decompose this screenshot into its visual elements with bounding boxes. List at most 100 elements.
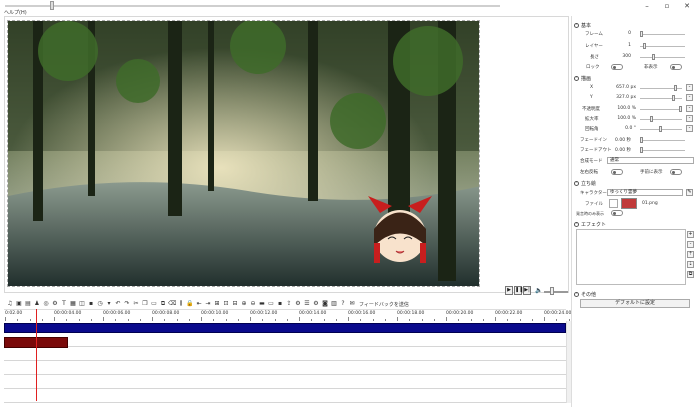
y-slider-thumb[interactable] (672, 95, 675, 101)
close-button[interactable]: ✕ (680, 2, 694, 11)
frame-slider[interactable] (640, 34, 685, 35)
settings-icon[interactable]: ⚙ (294, 300, 302, 308)
track-row[interactable] (4, 377, 566, 389)
feedback-icon[interactable]: ✉ (348, 300, 356, 308)
y-keyframe-button[interactable]: - (686, 94, 693, 101)
undo-icon[interactable]: ↶ (114, 300, 122, 308)
length-slider[interactable] (640, 57, 685, 58)
video-preview[interactable] (7, 20, 480, 287)
layer-slider[interactable] (640, 46, 685, 47)
chart-icon[interactable]: ▥ (330, 300, 338, 308)
opacity-keyframe-button[interactable]: - (686, 105, 693, 112)
track-row[interactable] (4, 349, 566, 361)
file-folder-button[interactable] (609, 199, 618, 208)
text-icon[interactable]: T (60, 300, 68, 308)
image-icon[interactable]: ▣ (15, 300, 23, 308)
flip-toggle[interactable] (611, 169, 623, 175)
redo-icon[interactable]: ↷ (123, 300, 131, 308)
zoom-slider-thumb[interactable] (650, 116, 653, 122)
zoom-out-icon[interactable]: ⊖ (249, 300, 257, 308)
always-front-toggle[interactable] (670, 169, 682, 175)
maximize-button[interactable]: ▫ (660, 2, 674, 11)
list-icon[interactable]: ☰ (303, 300, 311, 308)
remove-effect-button[interactable]: - (687, 241, 694, 248)
lock-icon[interactable]: 🔒 (186, 300, 194, 308)
dropdown-icon[interactable]: ▾ (105, 300, 113, 308)
section-effect[interactable]: ˄ エフェクト (574, 221, 606, 228)
music-icon[interactable]: ♫ (6, 300, 14, 308)
volume-track[interactable] (544, 291, 568, 293)
hide-toggle[interactable] (670, 64, 682, 70)
group-icon[interactable]: ⊞ (213, 300, 221, 308)
person-icon[interactable]: ♟ (33, 300, 41, 308)
time-ruler[interactable]: 0:02.00 00:00:04.00 00:00:06.00 00:00:08.00… (4, 309, 582, 321)
effect-list[interactable] (576, 229, 686, 285)
seek-track[interactable] (5, 5, 500, 7)
pause-button[interactable]: ❚❚ (514, 286, 523, 295)
duplicate-icon[interactable]: ⧉ (159, 300, 167, 308)
export-icon[interactable]: ⇪ (285, 300, 293, 308)
grid-icon[interactable]: ▦ (69, 300, 77, 308)
x-keyframe-button[interactable]: - (686, 84, 693, 91)
collapse-icon[interactable]: ˄ (574, 76, 579, 81)
opacity-slider[interactable] (640, 109, 682, 110)
track-row[interactable] (4, 391, 566, 403)
x-slider-thumb[interactable] (674, 85, 677, 91)
settings-icon-2[interactable]: ⚙ (312, 300, 320, 308)
align-right-icon[interactable]: ⇥ (204, 300, 212, 308)
video-clip[interactable] (4, 323, 566, 333)
collapse-icon[interactable]: ˄ (574, 23, 579, 28)
play-button[interactable]: ▶ (505, 286, 513, 295)
collapse-icon[interactable]: ˄ (574, 292, 579, 297)
fadein-slider-thumb[interactable] (640, 137, 643, 143)
section-character[interactable]: ˄ 立ち絵 (574, 180, 596, 187)
zoom-keyframe-button[interactable]: - (686, 115, 693, 122)
camera-icon[interactable]: ◙ (321, 300, 329, 308)
section-draw[interactable]: ˄ 描画 (574, 75, 591, 82)
reset-default-button[interactable]: デフォルトに設定 (580, 299, 690, 308)
snap-icon[interactable]: ⊡ (222, 300, 230, 308)
playhead[interactable] (36, 309, 37, 401)
seek-thumb[interactable] (50, 1, 54, 10)
character-settings-button[interactable]: ✎ (686, 189, 693, 196)
minimize-button[interactable]: – (640, 2, 654, 11)
next-frame-button[interactable]: ▶| (523, 286, 531, 295)
save-icon[interactable]: ▪ (87, 300, 95, 308)
help-icon[interactable]: ? (339, 300, 347, 308)
paste-icon[interactable]: ▭ (150, 300, 158, 308)
copy-effect-button[interactable]: ⧉ (687, 271, 694, 278)
menu-help[interactable]: ヘルプ(H) (4, 9, 27, 16)
timeline-tracks[interactable] (4, 321, 566, 403)
save-file-icon[interactable]: ▪ (276, 300, 284, 308)
collapse-icon[interactable]: ˄ (574, 222, 579, 227)
split-icon[interactable]: ⫼ (177, 300, 185, 308)
length-slider-thumb[interactable] (652, 54, 655, 60)
volume-thumb[interactable] (550, 287, 554, 295)
collapse-icon[interactable]: ˄ (574, 181, 579, 186)
clock-icon[interactable]: ◷ (96, 300, 104, 308)
video-icon[interactable]: ▤ (24, 300, 32, 308)
folder-open-icon[interactable]: ▭ (267, 300, 275, 308)
track-row[interactable] (4, 363, 566, 375)
copy-icon[interactable]: ❐ (141, 300, 149, 308)
layers-icon[interactable]: ◫ (78, 300, 86, 308)
zoom-slider[interactable] (640, 119, 682, 120)
zoom-in-icon[interactable]: ⊕ (240, 300, 248, 308)
only-speaking-toggle[interactable] (611, 210, 623, 216)
add-effect-button[interactable]: + (687, 231, 694, 238)
feedback-link[interactable]: フィードバックを送信 (359, 301, 409, 308)
delete-icon[interactable]: ⌫ (168, 300, 176, 308)
grid-view-icon[interactable]: ⊟ (231, 300, 239, 308)
track-row[interactable] (4, 335, 566, 347)
cut-icon[interactable]: ✂ (132, 300, 140, 308)
opacity-slider-thumb[interactable] (679, 106, 682, 112)
align-left-icon[interactable]: ⇤ (195, 300, 203, 308)
lock-toggle[interactable] (611, 64, 623, 70)
fadeout-slider[interactable] (640, 150, 685, 151)
blend-select[interactable]: 通常 (607, 157, 694, 164)
fadeout-slider-thumb[interactable] (640, 147, 643, 153)
section-other[interactable]: ˄ その他 (574, 291, 596, 298)
folder-icon[interactable]: ▬ (258, 300, 266, 308)
move-down-button[interactable]: ⇣ (687, 261, 694, 268)
character-select[interactable]: ゆっくり霊夢 (607, 189, 683, 196)
